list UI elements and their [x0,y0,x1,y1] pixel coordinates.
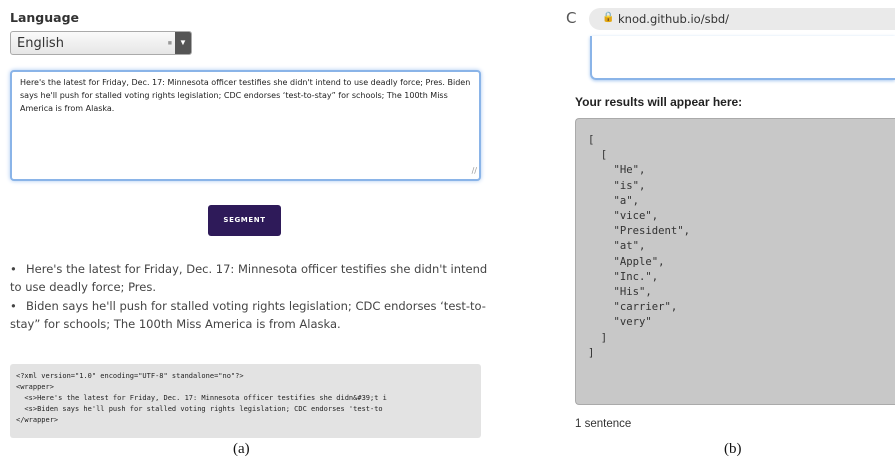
caption-b: (b) [724,441,742,457]
caption-a: (a) [233,441,250,457]
results-heading: Your results will appear here: [575,95,743,109]
xml-line: <s>Biden says he'll push for stalled vot… [16,405,383,413]
language-label: Language [10,10,80,25]
xml-line: </wrapper> [16,416,59,424]
segment-button[interactable]: SEGMENT [208,205,281,236]
language-selected-value: English [17,36,64,51]
reload-icon[interactable]: C [566,9,576,27]
bullet: • [10,299,17,313]
input-textarea[interactable] [590,36,895,80]
input-text: Here's the latest for Friday, Dec. 17: M… [20,78,471,113]
url-text: knod.github.io/sbd/ [618,12,730,26]
xml-line: <s>Here's the latest for Friday, Dec. 17… [16,394,387,402]
list-item: • Biden says he'll push for stalled votin… [10,297,488,333]
xml-line: <wrapper> [16,383,54,391]
language-select[interactable]: English ■ ▼ [10,31,192,55]
sentence-count: 1 sentence [575,418,632,430]
url-field[interactable]: 🔒 knod.github.io/sbd/ [589,8,895,30]
browser-address-bar: C 🔒 knod.github.io/sbd/ [558,0,895,38]
sentence-list: • Here's the latest for Friday, Dec. 17: … [10,260,488,334]
xml-output: <?xml version="1.0" encoding="UTF-8" sta… [10,364,481,438]
list-item: • Here's the latest for Friday, Dec. 17: … [10,260,488,296]
bullet: • [10,262,17,276]
xml-line: <?xml version="1.0" encoding="UTF-8" sta… [16,372,244,380]
chevron-down-icon[interactable]: ▼ [175,32,191,54]
sentence-text: Biden says he'll push for stalled voting… [10,299,486,331]
segmenter-panel-b: C 🔒 knod.github.io/sbd/ Your results wil… [558,0,895,440]
lock-icon: 🔒 [602,12,615,23]
segmenter-panel-a: Language English ■ ▼ Here's the latest f… [0,0,490,440]
input-textarea[interactable]: Here's the latest for Friday, Dec. 17: M… [10,70,481,181]
clear-handle-icon: ■ [167,40,172,47]
results-output: [ [ "He", "is", "a", "vice", "President"… [575,118,895,405]
sentence-text: Here's the latest for Friday, Dec. 17: M… [10,262,488,294]
resize-handle-icon[interactable]: ∕∕ [472,164,477,177]
